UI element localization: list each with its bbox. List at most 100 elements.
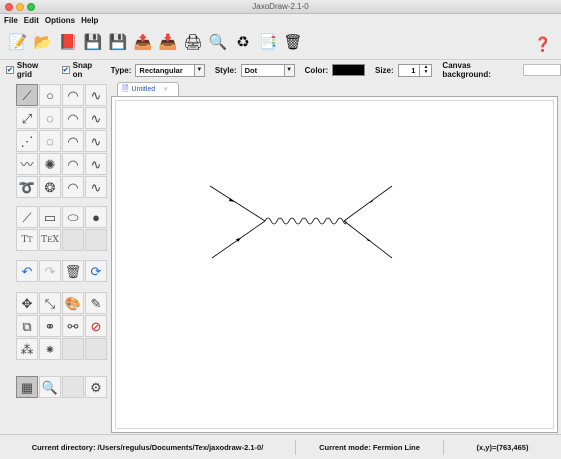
fermion-arc-icon[interactable]: ◠ (62, 84, 84, 106)
show-grid-checkbox[interactable]: ✔ Show grid (6, 61, 54, 79)
grid-style-select[interactable]: Dot ▼ (240, 63, 295, 77)
menu-bar: File Edit Options Help (0, 14, 561, 26)
scalar-bezier-icon[interactable]: ∿ (85, 107, 107, 129)
checkbox-checked-icon: ✔ (6, 66, 14, 74)
print-export-icon[interactable]: 📥 (158, 32, 178, 54)
settings-icon[interactable]: ⚙ (85, 376, 107, 398)
title-bar: JaxoDraw-2.1-0 (0, 0, 561, 14)
group-icon[interactable]: ⚭ (39, 315, 61, 337)
grid-color-swatch[interactable] (332, 64, 365, 76)
document-icon: 🗎 (122, 83, 129, 93)
gluon-arc-icon[interactable]: ◠ (62, 176, 84, 198)
import-icon[interactable]: 📕 (58, 32, 78, 54)
new-icon[interactable]: 📝 (8, 32, 28, 54)
grid-size-spinner[interactable]: 1 ▲ ▼ (397, 63, 433, 77)
save-icon[interactable]: 💾 (83, 32, 103, 54)
checkbox-checked-icon: ✔ (61, 66, 70, 74)
options-bar: ✔ Show grid ✔ Snap on Type: Rectangular … (0, 61, 561, 79)
scalar-loop-icon[interactable]: ◌ (39, 107, 61, 129)
photon-arc-icon[interactable]: ◠ (62, 153, 84, 175)
dropdown-arrow-icon: ▼ (283, 64, 294, 76)
selection-icon[interactable]: ⁕ (39, 338, 61, 360)
undo-icon[interactable]: ↶ (16, 260, 38, 282)
latex-text-icon[interactable]: TEX (39, 229, 61, 251)
fermion-loop-icon[interactable]: ○ (39, 84, 61, 106)
empty-slot (62, 338, 84, 360)
feynman-diagram (209, 185, 393, 259)
gluon-loop-icon[interactable]: ❂ (39, 176, 61, 198)
export-icon[interactable]: 📤 (133, 32, 153, 54)
gluon-bezier-icon[interactable]: ∿ (85, 176, 107, 198)
fermion-line-in-upper[interactable] (209, 185, 266, 222)
canvas-area[interactable] (115, 100, 554, 429)
resize-icon[interactable]: ⤡ (39, 292, 61, 314)
zoom-icon[interactable]: 🔍 (39, 376, 61, 398)
misc-tools-grid: ▦ 🔍 ⚙ (16, 376, 107, 398)
refresh-icon[interactable]: ♻ (233, 32, 253, 54)
snap-on-label: Snap on (72, 61, 93, 79)
redo-icon[interactable]: ↷ (39, 260, 61, 282)
snap-on-checkbox[interactable]: ✔ Snap on (61, 61, 103, 79)
color-label: Color: (304, 65, 329, 75)
edit-icon[interactable]: ✎ (85, 292, 107, 314)
tab-untitled[interactable]: 🗎 Untitled ✕ (117, 82, 179, 96)
fermion-line-out-upper[interactable] (343, 185, 393, 222)
vertex-icon[interactable]: ● (85, 206, 107, 228)
ghost-arc-icon[interactable]: ◠ (62, 130, 84, 152)
photon-propagator[interactable] (264, 217, 347, 225)
ellipse-icon[interactable]: ⬭ (62, 206, 84, 228)
ungroup-icon[interactable]: ⚯ (62, 315, 84, 337)
empty-slot (85, 338, 107, 360)
menu-options[interactable]: Options (45, 16, 75, 25)
drawing-canvas[interactable] (111, 96, 558, 433)
scalar-arc-icon[interactable]: ◠ (62, 107, 84, 129)
menu-edit[interactable]: Edit (24, 16, 39, 25)
gluon-line-icon[interactable]: ➰ (16, 176, 38, 198)
box-icon[interactable]: ▭ (39, 206, 61, 228)
print-icon[interactable]: 🖨 (183, 32, 203, 54)
spinner-arrows-icon[interactable]: ▲ ▼ (419, 64, 431, 76)
ghost-bezier-icon[interactable]: ∿ (85, 130, 107, 152)
move-icon[interactable]: ✥ (16, 292, 38, 314)
help-icon[interactable]: ❓ (533, 34, 553, 54)
zoom-icon[interactable]: 🔍 (208, 32, 228, 54)
open-icon[interactable]: 📂 (33, 32, 53, 54)
fermion-line-icon[interactable]: ⟋ (16, 84, 38, 106)
style-label: Style: (214, 65, 237, 75)
main-toolbar: 📝 📂 📕 💾 💾 📤 📥 🖨 🔍 ♻ 📑 🗑 ❓ (0, 26, 561, 60)
duplicate-icon[interactable]: ⧉ (16, 315, 38, 337)
menu-file[interactable]: File (4, 16, 18, 25)
preview-icon[interactable]: 📑 (258, 32, 278, 54)
show-grid-label: Show grid (16, 61, 39, 79)
scalar-line-icon[interactable]: ⤢ (16, 107, 38, 129)
canvas-background-field[interactable] (522, 64, 561, 76)
line-tools-grid: ⟋ ○ ◠ ∿ ⤢ ◌ ◠ ∿ ⋰ ◌ ◠ ∿ 〰 ✺ ◠ ∿ ➰ ❂ ◠ ∿ (16, 84, 107, 198)
ghost-line-icon[interactable]: ⋰ (16, 130, 38, 152)
grid-type-select[interactable]: Rectangular ▼ (135, 63, 205, 77)
menu-help[interactable]: Help (81, 16, 98, 25)
clear-icon[interactable]: 🗑 (62, 260, 84, 282)
fermion-bezier-icon[interactable]: ∿ (85, 84, 107, 106)
photon-bezier-icon[interactable]: ∿ (85, 153, 107, 175)
close-tab-icon[interactable]: ✕ (163, 86, 168, 93)
tool-palette: ⟋ ○ ◠ ∿ ⤢ ◌ ◠ ∿ ⋰ ◌ ◠ ∿ 〰 ✺ ◠ ∿ ➰ ❂ ◠ ∿ … (16, 84, 107, 430)
select-icon[interactable]: ⁂ (16, 338, 38, 360)
type-label: Type: (110, 65, 132, 75)
save-as-icon[interactable]: 💾 (108, 32, 128, 54)
text-icon[interactable]: TT (16, 229, 38, 251)
grid-size-value: 1 (411, 65, 416, 75)
zigzag-line-icon[interactable]: ⟋ (16, 206, 38, 228)
delete-icon[interactable]: ⊘ (85, 315, 107, 337)
grid-toggle-icon[interactable]: ▦ (16, 376, 38, 398)
ghost-loop-icon[interactable]: ◌ (39, 130, 61, 152)
color-icon[interactable]: 🎨 (62, 292, 84, 314)
status-bar: Current directory: /Users/regulus/Docume… (0, 434, 561, 459)
grid-style-value: Dot (244, 65, 258, 75)
photon-line-icon[interactable]: 〰 (16, 153, 38, 175)
empty-slot (85, 229, 107, 251)
photon-loop-icon[interactable]: ✺ (39, 153, 61, 175)
clean-icon[interactable]: 🗑 (283, 32, 303, 54)
window-title: JaxoDraw-2.1-0 (252, 2, 309, 11)
refresh-icon[interactable]: ⟳ (85, 260, 107, 282)
shape-tools-grid: ⟋ ▭ ⬭ ● TT TEX (16, 206, 107, 251)
